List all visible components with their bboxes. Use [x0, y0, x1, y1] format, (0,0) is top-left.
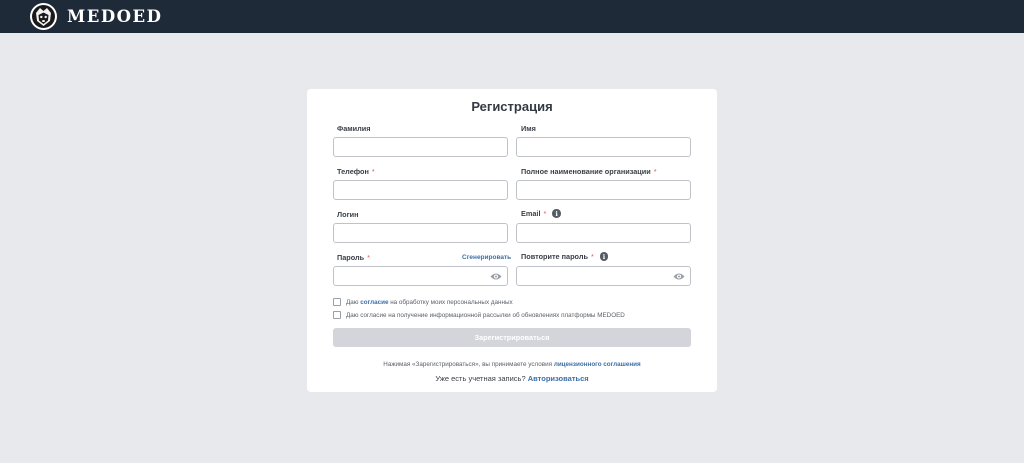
- consent-personal-data-checkbox[interactable]: [333, 298, 341, 306]
- firstname-label: Имя: [521, 124, 536, 133]
- login-prompt: Уже есть учетная запись? Авторизоваться: [307, 374, 717, 383]
- info-icon[interactable]: i: [552, 209, 561, 218]
- password-label-text: Пароль: [337, 253, 365, 262]
- firstname-label-text: Имя: [521, 124, 536, 133]
- consent-suffix: на обработку моих персональных данных: [388, 298, 513, 306]
- consent-link[interactable]: согласие: [360, 299, 388, 306]
- required-mark: *: [653, 167, 657, 176]
- lastname-label: Фамилия: [337, 124, 371, 133]
- terms-note: Нажимая «Зарегистрироваться», вы принима…: [307, 361, 717, 368]
- consent-newsletter-row: Даю согласие на получение информационной…: [333, 311, 625, 319]
- consent-newsletter-text: Даю согласие на получение информационной…: [346, 311, 625, 319]
- login-link[interactable]: Авторизоваться: [528, 374, 589, 383]
- page-title: Регистрация: [471, 99, 553, 114]
- required-mark: *: [590, 252, 594, 261]
- registration-card: Регистрация Фамилия Имя Телефон * Полное…: [307, 89, 717, 392]
- generate-password-link[interactable]: Сгенерировать: [462, 254, 511, 261]
- lastname-field[interactable]: [333, 137, 508, 157]
- password-field[interactable]: [333, 266, 508, 286]
- honey-badger-logo-icon: [30, 3, 57, 30]
- eye-icon[interactable]: [490, 272, 502, 281]
- password-repeat-label: Повторите пароль * i: [521, 252, 609, 261]
- required-mark: *: [371, 167, 375, 176]
- required-mark: *: [543, 209, 547, 218]
- login-field[interactable]: [333, 223, 508, 243]
- consent-newsletter-checkbox[interactable]: [333, 311, 341, 319]
- required-mark: *: [367, 253, 371, 262]
- lastname-label-text: Фамилия: [337, 124, 371, 133]
- terms-prefix: Нажимая «Зарегистрироваться», вы принима…: [383, 361, 554, 368]
- brand-name: MEDOED: [67, 7, 163, 26]
- phone-label-text: Телефон: [337, 167, 369, 176]
- org-field[interactable]: [516, 180, 691, 200]
- password-repeat-field[interactable]: [516, 266, 691, 286]
- email-label-text: Email: [521, 209, 541, 218]
- login-prompt-text: Уже есть учетная запись?: [435, 374, 528, 383]
- phone-label: Телефон *: [337, 167, 375, 176]
- phone-field[interactable]: [333, 180, 508, 200]
- login-label: Логин: [337, 210, 359, 219]
- login-label-text: Логин: [337, 210, 359, 219]
- info-icon[interactable]: i: [599, 252, 609, 261]
- register-button[interactable]: Зарегистрироваться: [333, 328, 691, 347]
- password-label: Пароль *: [337, 253, 370, 262]
- license-agreement-link[interactable]: лицензионного соглашения: [554, 361, 641, 368]
- org-label: Полное наименование организации *: [521, 167, 657, 176]
- brand-logo[interactable]: MEDOED: [30, 3, 162, 30]
- org-label-text: Полное наименование организации: [521, 167, 651, 176]
- consent-personal-data-row: Даю согласие на обработку моих персональ…: [333, 298, 513, 306]
- eye-icon[interactable]: [673, 272, 685, 281]
- firstname-field[interactable]: [516, 137, 691, 157]
- password-repeat-label-text: Повторите пароль: [521, 252, 588, 261]
- email-label: Email * i: [521, 209, 561, 218]
- top-navbar: MEDOED: [0, 0, 1024, 33]
- consent-prefix: Даю: [346, 298, 361, 306]
- email-field[interactable]: [516, 223, 691, 243]
